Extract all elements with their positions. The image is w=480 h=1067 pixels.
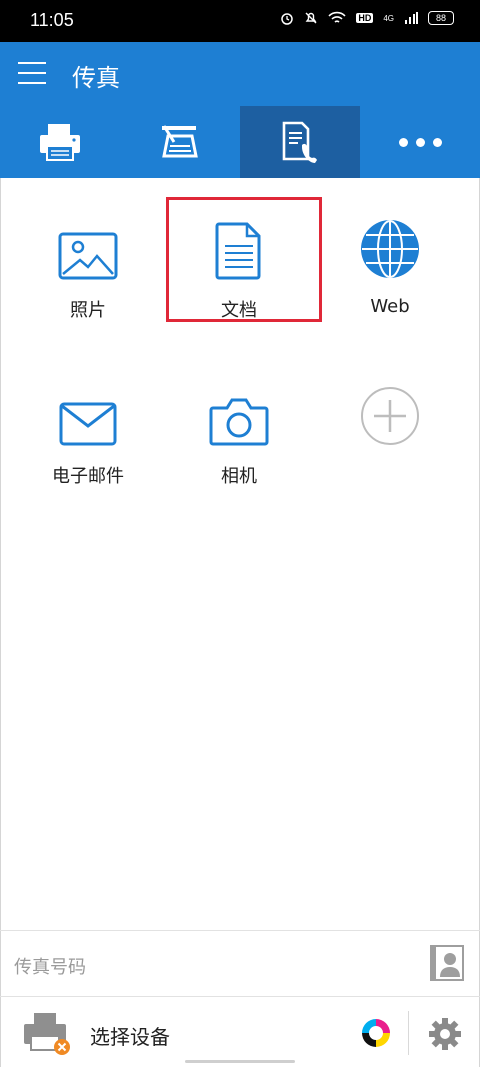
signal-icon: [405, 12, 418, 24]
tab-fax[interactable]: [240, 106, 360, 178]
fax-number-row: 传真号码: [0, 930, 480, 996]
fax-document-icon: [282, 121, 317, 163]
network-type: 4G: [383, 13, 394, 23]
battery-icon: 88: [428, 11, 454, 25]
add-source-button[interactable]: [315, 366, 465, 446]
gear-icon[interactable]: [428, 1017, 462, 1051]
source-photo[interactable]: 照片: [13, 200, 163, 322]
photo-icon: [58, 232, 118, 280]
divider: [408, 1011, 409, 1055]
email-icon: [59, 402, 117, 446]
selection-highlight: [166, 197, 322, 322]
camera-icon: [209, 398, 269, 446]
fax-number-input[interactable]: 传真号码: [14, 953, 86, 979]
source-web-label: Web: [370, 296, 410, 317]
tab-scan[interactable]: [120, 106, 240, 178]
status-time: 11:05: [30, 10, 74, 30]
page-title: 传真: [72, 64, 120, 92]
status-icons: HD 4G 88: [280, 11, 454, 25]
source-camera-label: 相机: [221, 466, 257, 487]
printer-icon: [40, 124, 80, 161]
app-bar: 传真: [0, 42, 480, 106]
mute-icon: [305, 12, 317, 24]
wifi-icon: [328, 11, 346, 23]
source-photo-label: 照片: [70, 300, 106, 321]
source-email[interactable]: 电子邮件: [13, 366, 163, 488]
add-circle-icon: [361, 387, 419, 445]
status-bar: 11:05 HD 4G 88: [0, 0, 480, 42]
more-icon: [398, 137, 442, 147]
alarm-icon: [281, 13, 294, 25]
scanner-icon: [162, 125, 198, 158]
menu-button[interactable]: [18, 62, 46, 86]
printer-disconnected-icon: [24, 1013, 70, 1055]
hd-badge: HD: [356, 13, 374, 23]
select-device-label: 选择设备: [90, 1025, 170, 1049]
function-tabs: [0, 106, 480, 178]
tab-print[interactable]: [0, 106, 120, 178]
ink-level-icon[interactable]: [360, 1017, 392, 1049]
source-web[interactable]: Web: [315, 200, 465, 317]
source-camera[interactable]: 相机: [164, 366, 314, 488]
contacts-icon[interactable]: [430, 945, 464, 981]
tab-more[interactable]: [360, 106, 480, 178]
device-bar[interactable]: 选择设备: [0, 996, 480, 1067]
home-indicator: [185, 1060, 295, 1063]
globe-icon: [361, 220, 419, 278]
source-email-label: 电子邮件: [52, 466, 124, 487]
